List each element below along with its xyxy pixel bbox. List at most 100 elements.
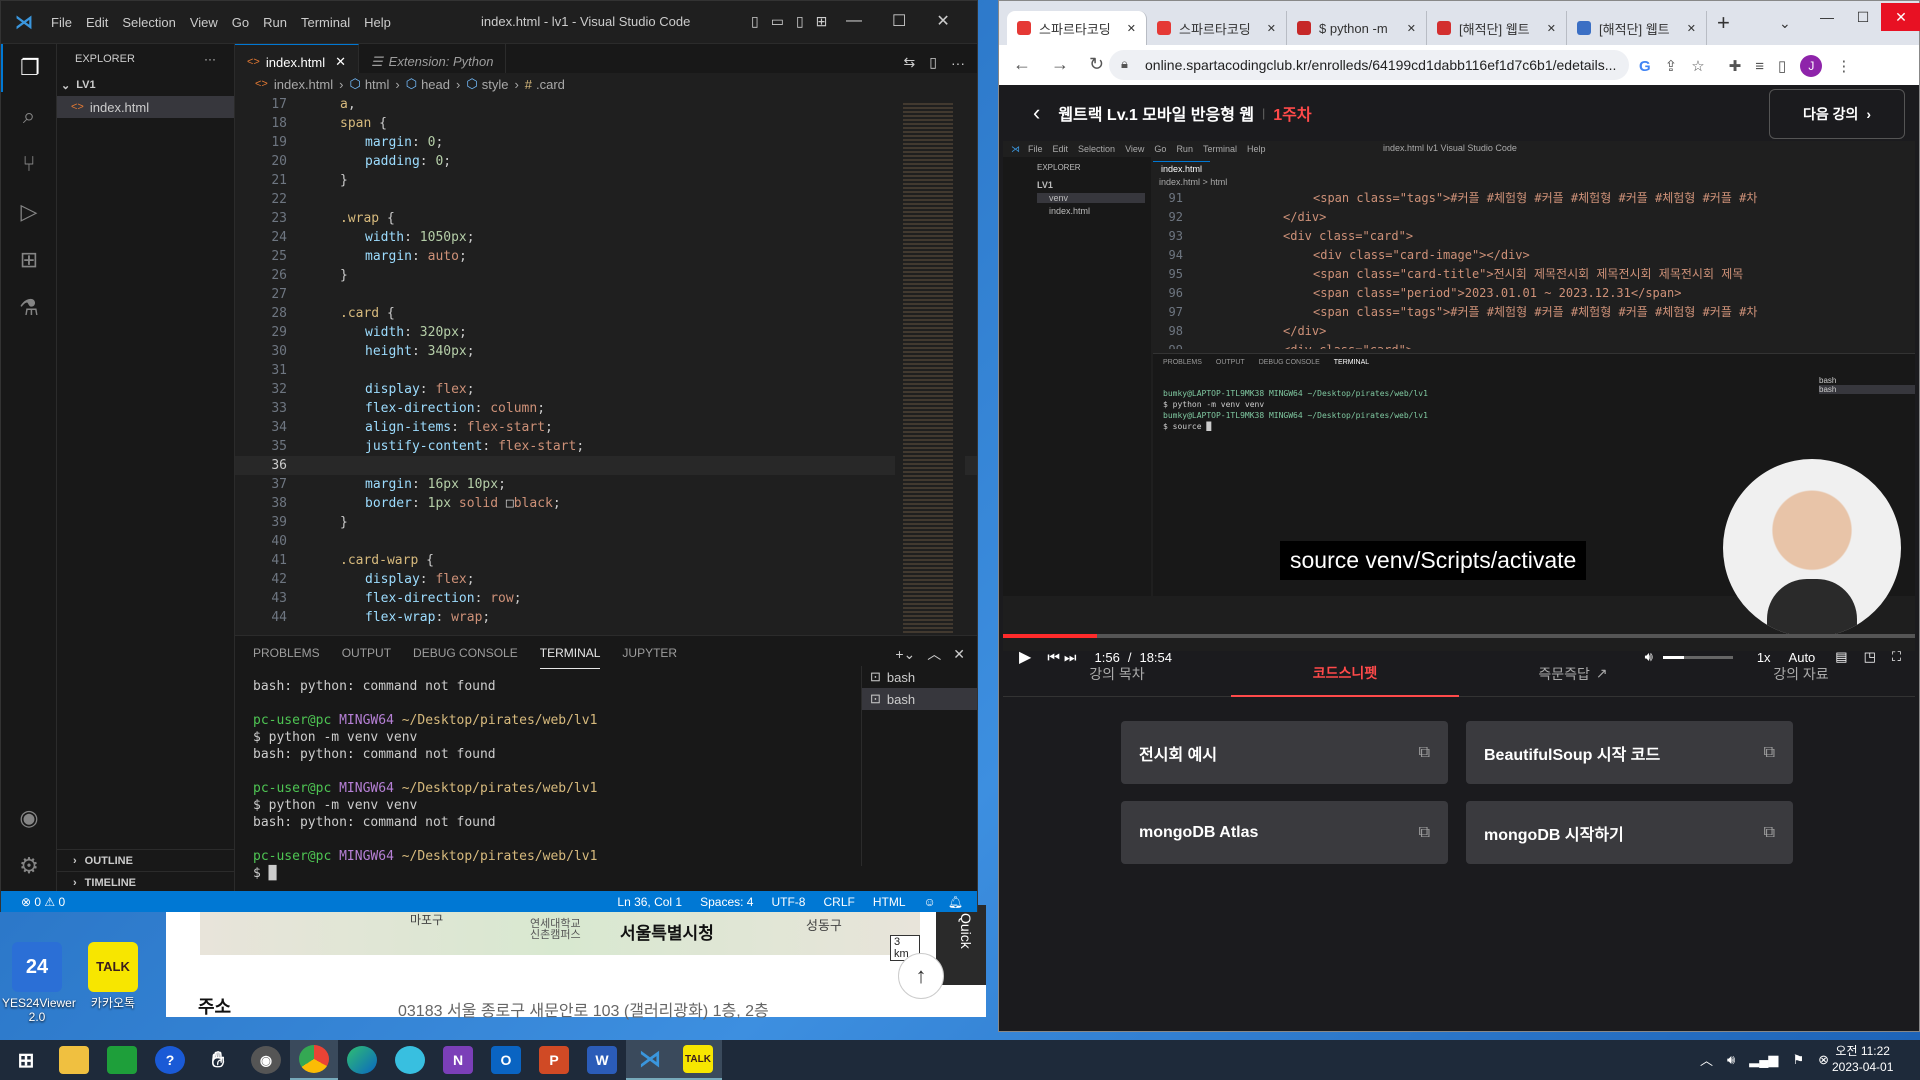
breadcrumb-item[interactable]: style xyxy=(482,77,509,92)
close-button[interactable]: ✕ xyxy=(1881,3,1920,31)
close-tab-icon[interactable]: ✕ xyxy=(1267,22,1276,35)
flag-icon[interactable]: ⚑ xyxy=(1792,1052,1804,1068)
video-player[interactable]: ⋊ File Edit Selection View Go Run Terminal Help… xyxy=(1003,141,1915,666)
file-index-html[interactable]: <> index.html xyxy=(57,96,234,118)
taskbar-store[interactable] xyxy=(98,1040,146,1080)
source-control-icon[interactable]: ⑂ xyxy=(1,140,57,188)
tab-search-icon[interactable]: ⌄ xyxy=(1779,15,1791,32)
taskbar-onenote[interactable]: N xyxy=(434,1040,482,1080)
language-status[interactable]: HTML xyxy=(873,895,906,909)
toggle-secondary-sidebar-icon[interactable]: ▯ xyxy=(796,13,804,30)
customize-layout-icon[interactable]: ⊞ xyxy=(816,13,828,30)
snippet-card[interactable]: 전시회 예시 ⧉ xyxy=(1121,721,1448,784)
browser-tab[interactable]: 스파르타코딩 ✕ xyxy=(1147,11,1287,45)
breadcrumb-item[interactable]: head xyxy=(421,77,450,92)
browser-tab[interactable]: 스파르타코딩 ✕ xyxy=(1007,11,1147,45)
taskbar-help[interactable]: ? xyxy=(146,1040,194,1080)
extensions-icon[interactable]: ⊞ xyxy=(1,236,57,284)
folder-lv1[interactable]: ⌄ LV1 xyxy=(57,74,234,96)
start-button[interactable]: ⊞ xyxy=(2,1040,50,1080)
settings-gear-icon[interactable]: ⚙ xyxy=(1,842,57,890)
toggle-sidebar-icon[interactable]: ▯ xyxy=(751,13,759,30)
terminal-list-item[interactable]: ⊡ bash xyxy=(862,666,977,688)
maximize-button[interactable]: ☐ xyxy=(892,11,906,31)
testing-icon[interactable]: ⚗ xyxy=(1,284,57,332)
minimize-button[interactable]: — xyxy=(1809,9,1845,25)
code-editor[interactable]: 17 a, 18 span {19 margin: 0; 20 padding: 0; 21}… xyxy=(235,95,977,635)
taskbar-word[interactable]: W xyxy=(578,1040,626,1080)
menu-help[interactable]: Help xyxy=(364,15,391,30)
copy-icon[interactable]: ⧉ xyxy=(1419,824,1430,842)
taskbar-camera[interactable]: ◉ xyxy=(242,1040,290,1080)
menu-run[interactable]: Run xyxy=(263,15,287,30)
close-tray-icon[interactable]: ⊗ xyxy=(1818,1052,1829,1068)
lecture-tab[interactable]: 즉문즉답 ↗ xyxy=(1459,651,1687,697)
new-terminal-icon[interactable]: +⌄ xyxy=(895,646,915,663)
terminal-list-item[interactable]: ⊡ bash xyxy=(862,688,977,710)
toggle-panel-icon[interactable]: ▭ xyxy=(771,13,784,30)
google-icon[interactable]: G xyxy=(1639,58,1651,75)
profile-avatar[interactable]: J xyxy=(1800,55,1823,77)
bookmark-star-icon[interactable]: ☆ xyxy=(1691,57,1704,75)
taskbar-outlook[interactable]: O xyxy=(482,1040,530,1080)
browser-tab[interactable]: [해적단] 웹트 ✕ xyxy=(1427,11,1567,45)
back-chevron-icon[interactable]: ‹ xyxy=(1033,100,1040,126)
reload-icon[interactable]: ↻ xyxy=(1089,54,1104,75)
volume-icon[interactable]: 🔊︎ xyxy=(1727,1052,1735,1068)
yes24viewer-shortcut[interactable]: 24 YES24Viewer 2.0 xyxy=(2,942,76,1024)
menu-selection[interactable]: Selection xyxy=(122,15,175,30)
maximize-panel-icon[interactable]: ︿ xyxy=(927,644,941,664)
encoding-status[interactable]: UTF-8 xyxy=(771,895,805,909)
next-lecture-button[interactable]: 다음 강의 › xyxy=(1769,89,1905,139)
search-icon[interactable]: ⌕ xyxy=(1,92,57,140)
kakaotalk-shortcut[interactable]: TALK 카카오톡 xyxy=(78,942,148,1010)
panel-tab-debug-console[interactable]: DEBUG CONSOLE xyxy=(413,638,518,668)
browser-tab[interactable]: [해적단] 웹트 ✕ xyxy=(1567,11,1707,45)
panel-tab-problems[interactable]: PROBLEMS xyxy=(253,638,320,668)
extensions-puzzle-icon[interactable]: ✚ xyxy=(1729,57,1742,75)
side-panel-icon[interactable]: ▯ xyxy=(1778,57,1786,75)
cursor-position-status[interactable]: Ln 36, Col 1 xyxy=(617,895,682,909)
reading-list-icon[interactable]: ≡ xyxy=(1755,58,1764,75)
feedback-icon[interactable]: ☺ xyxy=(924,895,936,909)
lecture-tab[interactable]: 강의 목차 xyxy=(1003,651,1231,697)
explorer-icon[interactable]: ❐ xyxy=(1,44,57,92)
network-icon[interactable]: ▂▄▆ xyxy=(1749,1052,1778,1068)
browser-tab[interactable]: $ python -m ✕ xyxy=(1287,11,1427,45)
panel-tab-terminal[interactable]: TERMINAL xyxy=(539,638,601,669)
taskbar-vscode[interactable]: ⋊ xyxy=(626,1040,674,1080)
outline-section[interactable]: › OUTLINE xyxy=(57,849,235,871)
close-tab-icon[interactable]: ✕ xyxy=(1127,22,1136,35)
back-icon[interactable]: ← xyxy=(1013,54,1031,75)
snippet-card[interactable]: mongoDB Atlas ⧉ xyxy=(1121,801,1448,864)
tray-overflow-icon[interactable]: ︿ xyxy=(1700,1050,1713,1069)
taskbar-chrome[interactable] xyxy=(290,1040,338,1080)
snippet-card[interactable]: mongoDB 시작하기 ⧉ xyxy=(1466,801,1793,864)
new-tab-button[interactable]: + xyxy=(1717,10,1730,36)
close-button[interactable]: ✕ xyxy=(936,11,949,31)
breadcrumb-item[interactable]: .card xyxy=(536,77,565,92)
close-tab-icon[interactable]: ✕ xyxy=(1547,22,1556,35)
copy-icon[interactable]: ⧉ xyxy=(1764,824,1775,842)
share-icon[interactable]: ⇪ xyxy=(1665,57,1678,75)
menu-go[interactable]: Go xyxy=(232,15,249,30)
close-panel-icon[interactable]: ✕ xyxy=(953,646,965,663)
menu-view[interactable]: View xyxy=(190,15,218,30)
copy-icon[interactable]: ⧉ xyxy=(1764,744,1775,762)
notifications-bell-icon[interactable]: 🔔︎ xyxy=(948,895,963,909)
more-actions-icon[interactable]: ··· xyxy=(951,55,965,71)
close-tab-icon[interactable]: ✕ xyxy=(335,54,346,70)
address-bar[interactable]: 🔒︎ online.spartacodingclub.kr/enrolleds/… xyxy=(1109,50,1629,80)
eol-status[interactable]: CRLF xyxy=(823,895,854,909)
close-tab-icon[interactable]: ✕ xyxy=(1407,22,1416,35)
timeline-section[interactable]: › TIMELINE xyxy=(57,871,235,893)
panel-tab-jupyter[interactable]: JUPYTER xyxy=(622,638,677,668)
terminal-output[interactable]: bash: python: command not found pc-user@… xyxy=(253,678,853,882)
panel-tab-output[interactable]: OUTPUT xyxy=(342,638,391,668)
copy-icon[interactable]: ⧉ xyxy=(1419,744,1430,762)
clock[interactable]: 오전 11:22 2023-04-01 xyxy=(1832,1043,1893,1075)
taskbar-edge[interactable] xyxy=(338,1040,386,1080)
menu-edit[interactable]: Edit xyxy=(86,15,108,30)
taskbar-hand[interactable]: ✋︎ xyxy=(194,1040,242,1080)
forward-icon[interactable]: → xyxy=(1051,54,1069,75)
